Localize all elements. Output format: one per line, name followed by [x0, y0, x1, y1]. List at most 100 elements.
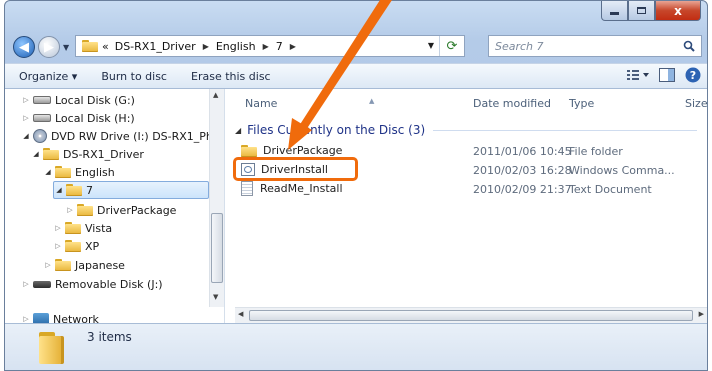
- breadcrumb: « DS-RX1_Driver ▶ English ▶ 7 ▶: [102, 40, 303, 53]
- scroll-right-icon[interactable]: ▶: [699, 310, 704, 318]
- expand-icon[interactable]: ▷: [21, 315, 31, 323]
- tree-item-label: Vista: [85, 221, 113, 235]
- tree-item-xp[interactable]: ▷ XP: [53, 237, 99, 255]
- tree-item-network[interactable]: ▷ Network: [21, 310, 99, 323]
- network-icon: [33, 313, 49, 323]
- group-header[interactable]: ◢ Files Currently on the Disc (3): [235, 123, 697, 137]
- drive-icon: [33, 96, 51, 104]
- refresh-button[interactable]: ⟳: [439, 36, 464, 56]
- arrow-left-icon: ◀: [19, 39, 29, 55]
- scroll-down-icon[interactable]: ▼: [213, 293, 218, 301]
- collapse-icon[interactable]: ◢: [21, 132, 31, 140]
- refresh-icon: ⟳: [446, 38, 458, 54]
- preview-pane-icon[interactable]: [659, 68, 675, 82]
- file-row-readme-install[interactable]: ReadMe_Install: [241, 179, 343, 198]
- change-view-icon[interactable]: [627, 69, 649, 81]
- breadcrumb-item-ds-rx1-driver[interactable]: DS-RX1_Driver: [115, 40, 196, 53]
- help-icon[interactable]: ?: [685, 67, 701, 83]
- breadcrumb-separator-icon[interactable]: ▶: [203, 42, 209, 51]
- breadcrumb-item-english[interactable]: English: [216, 40, 256, 53]
- tree-item-ds-rx1-driver[interactable]: ◢ DS-RX1_Driver: [31, 145, 144, 163]
- scroll-up-icon[interactable]: ▲: [213, 91, 218, 99]
- scrollbar-thumb[interactable]: [211, 213, 223, 283]
- folder-icon: [55, 166, 71, 178]
- tree-item-label: Network: [53, 312, 99, 324]
- navigation-bar: ◀ ▶ ▼ « DS-RX1_Driver ▶ English ▶ 7 ▶ ▼ …: [5, 31, 707, 63]
- tree-item-7[interactable]: ◢ 7: [53, 181, 209, 199]
- tree-item-local-disk-h[interactable]: ▷ Local Disk (H:): [21, 109, 134, 127]
- collapse-icon[interactable]: ◢: [235, 126, 241, 135]
- folder-icon: [82, 40, 98, 52]
- svg-text:?: ?: [690, 69, 696, 82]
- expand-icon[interactable]: ▷: [21, 96, 31, 104]
- close-icon: x: [674, 3, 682, 18]
- view-controls: ?: [627, 67, 701, 83]
- folder-icon: [55, 259, 71, 271]
- tree-item-vista[interactable]: ▷ Vista: [53, 219, 112, 237]
- search-icon[interactable]: [683, 40, 695, 52]
- folder-icon: [65, 222, 81, 234]
- column-date-modified[interactable]: Date modified: [473, 97, 551, 110]
- horizontal-scrollbar[interactable]: ◀ ▶: [235, 307, 707, 324]
- folder-icon: [77, 204, 93, 216]
- column-name[interactable]: Name: [245, 97, 277, 110]
- tree-item-label: DS-RX1_Driver: [63, 147, 144, 161]
- column-headers: Name ▲ Date modified Type Size: [225, 89, 707, 115]
- tree-item-removable-disk-j[interactable]: ▷ Removable Disk (J:): [21, 275, 163, 293]
- collapse-icon[interactable]: ◢: [43, 168, 53, 176]
- expand-icon[interactable]: ▷: [53, 242, 63, 250]
- file-date: 2011/01/06 10:45: [473, 145, 572, 158]
- group-divider: [433, 129, 697, 131]
- maximize-icon: [637, 7, 646, 14]
- organize-button[interactable]: Organize ▾: [5, 70, 89, 83]
- forward-button[interactable]: ▶: [38, 36, 60, 58]
- tree-item-japanese[interactable]: ▷ Japanese: [43, 256, 125, 274]
- search-input[interactable]: Search 7: [488, 35, 702, 57]
- scrollbar-thumb[interactable]: [249, 310, 693, 321]
- breadcrumb-item-7[interactable]: 7: [276, 40, 283, 53]
- tree-item-driverpackage[interactable]: ▷ DriverPackage: [65, 201, 176, 219]
- chevron-down-icon: ▼: [63, 43, 70, 52]
- file-type: Text Document: [569, 183, 652, 196]
- expand-icon[interactable]: ▷: [65, 206, 75, 214]
- expand-icon[interactable]: ▷: [53, 224, 63, 232]
- sort-up-icon: ▲: [369, 97, 375, 105]
- close-button[interactable]: x: [655, 1, 701, 21]
- navigation-scrollbar[interactable]: ▲ ▼: [209, 89, 224, 307]
- tree-item-label: Local Disk (G:): [55, 93, 135, 107]
- tree-item-label: DVD RW Drive (I:) DS-RX1_Photo: [51, 129, 225, 143]
- erase-disc-button[interactable]: Erase this disc: [179, 70, 283, 83]
- recent-pages-button[interactable]: ▼: [63, 43, 69, 52]
- expand-icon[interactable]: ▷: [21, 280, 31, 288]
- address-dropdown-icon[interactable]: ▼: [428, 41, 434, 50]
- tree-item-local-disk-g[interactable]: ▷ Local Disk (G:): [21, 91, 135, 109]
- address-bar[interactable]: « DS-RX1_Driver ▶ English ▶ 7 ▶ ▼ ⟳: [75, 35, 465, 57]
- collapse-icon[interactable]: ◢: [54, 186, 64, 194]
- expand-icon[interactable]: ▷: [43, 261, 53, 269]
- expand-icon[interactable]: ▷: [21, 114, 31, 122]
- breadcrumb-separator-icon[interactable]: ▶: [263, 42, 269, 51]
- item-count: 3 items: [87, 330, 132, 344]
- column-type[interactable]: Type: [569, 97, 594, 110]
- file-date: 2010/02/09 21:37: [473, 183, 572, 196]
- breadcrumb-separator-icon[interactable]: ▶: [290, 42, 296, 51]
- minimize-button[interactable]: [601, 1, 628, 21]
- column-size[interactable]: Size: [685, 97, 707, 110]
- tree-item-english[interactable]: ◢ English: [43, 163, 114, 181]
- breadcrumb-overflow[interactable]: «: [102, 40, 109, 53]
- text-document-icon: [241, 181, 253, 196]
- maximize-button[interactable]: [628, 1, 655, 21]
- file-name: ReadMe_Install: [260, 182, 343, 195]
- folder-icon: [241, 144, 257, 157]
- folder-icon: [43, 148, 59, 160]
- collapse-icon[interactable]: ◢: [31, 150, 41, 158]
- tree-item-label: Removable Disk (J:): [55, 277, 163, 291]
- search-placeholder: Search 7: [495, 39, 544, 53]
- burn-to-disc-button[interactable]: Burn to disc: [89, 70, 179, 83]
- tree-item-dvd-rw-drive[interactable]: ◢ DVD RW Drive (I:) DS-RX1_Photo: [21, 127, 225, 145]
- back-button[interactable]: ◀: [13, 36, 35, 58]
- folder-icon: [66, 184, 82, 196]
- arrow-right-icon: ▶: [44, 39, 54, 55]
- folder-icon: [65, 240, 81, 252]
- scroll-left-icon[interactable]: ◀: [238, 310, 243, 318]
